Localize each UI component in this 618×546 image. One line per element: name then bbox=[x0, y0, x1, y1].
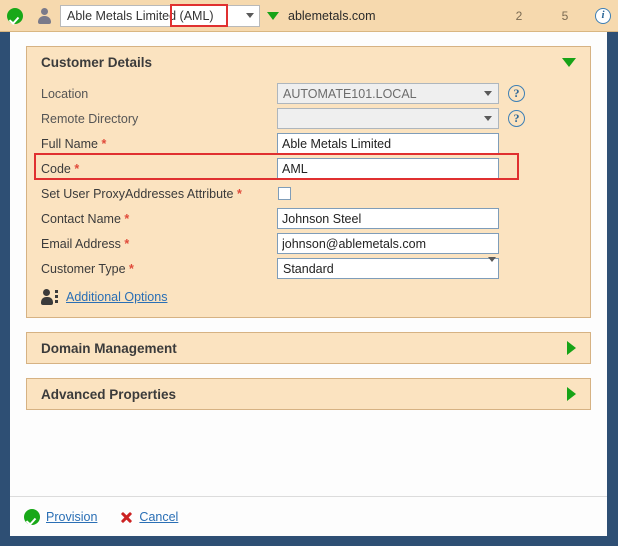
panel-customer-details-header[interactable]: Customer Details bbox=[27, 47, 590, 77]
chevron-down-icon bbox=[480, 84, 496, 103]
customer-domain-text: ablemetals.com bbox=[286, 9, 496, 23]
label-remote-directory: Remote Directory bbox=[41, 112, 277, 126]
panel-customer-details-title: Customer Details bbox=[41, 55, 562, 70]
status-icon-wrap bbox=[0, 8, 30, 24]
customer-type-select[interactable]: Standard bbox=[277, 258, 499, 279]
info-icon: i bbox=[595, 8, 611, 24]
triangle-down-icon[interactable] bbox=[562, 58, 576, 67]
customer-name-field[interactable]: Able Metals Limited (AML) bbox=[60, 5, 241, 27]
label-location: Location bbox=[41, 87, 277, 101]
label-code: Code * bbox=[41, 162, 277, 176]
bottom-border bbox=[0, 536, 618, 546]
required-marker: * bbox=[124, 212, 129, 226]
location-select[interactable]: AUTOMATE101.LOCAL bbox=[277, 83, 499, 104]
email-address-input[interactable] bbox=[277, 233, 499, 254]
dialog-body: Customer Details Location AUTOMATE101.LO… bbox=[0, 32, 618, 546]
green-check-circle-icon bbox=[7, 8, 23, 24]
panel-advanced-properties[interactable]: Advanced Properties bbox=[26, 378, 591, 410]
expand-customer-button[interactable] bbox=[260, 12, 286, 20]
field-row-customer-type: Customer Type * Standard bbox=[27, 256, 590, 281]
location-value: AUTOMATE101.LOCAL bbox=[283, 87, 480, 101]
panel-advanced-properties-title: Advanced Properties bbox=[41, 387, 567, 402]
count-mailboxes: 5 bbox=[542, 9, 588, 23]
cancel-button[interactable]: Cancel bbox=[119, 510, 178, 524]
location-help-icon[interactable]: ? bbox=[508, 85, 525, 102]
label-email-address: Email Address * bbox=[41, 237, 277, 251]
panel-domain-management[interactable]: Domain Management bbox=[26, 332, 591, 364]
customer-type-value: Standard bbox=[283, 262, 488, 276]
panel-customer-details: Customer Details Location AUTOMATE101.LO… bbox=[26, 46, 591, 318]
required-marker: * bbox=[101, 137, 106, 151]
chevron-down-icon bbox=[488, 262, 496, 276]
contact-name-input[interactable] bbox=[277, 208, 499, 229]
field-row-location: Location AUTOMATE101.LOCAL ? bbox=[27, 81, 590, 106]
remote-directory-select[interactable] bbox=[277, 108, 499, 129]
remote-directory-help-icon[interactable]: ? bbox=[508, 110, 525, 127]
customer-name-dropdown-button[interactable] bbox=[241, 5, 260, 27]
form-content: Customer Details Location AUTOMATE101.LO… bbox=[10, 32, 607, 536]
label-full-name: Full Name * bbox=[41, 137, 277, 151]
user-icon bbox=[37, 8, 51, 24]
full-name-input[interactable] bbox=[277, 133, 499, 154]
required-marker: * bbox=[124, 237, 129, 251]
provision-button-label: Provision bbox=[46, 510, 97, 524]
triangle-right-icon[interactable] bbox=[567, 387, 576, 401]
code-input[interactable] bbox=[277, 158, 499, 179]
field-row-set-user-proxyaddresses: Set User ProxyAddresses Attribute * bbox=[27, 181, 590, 206]
field-row-code: Code * bbox=[27, 156, 590, 181]
label-customer-type: Customer Type * bbox=[41, 262, 277, 276]
set-user-proxyaddresses-checkbox[interactable] bbox=[278, 187, 291, 200]
panel-customer-details-body: Location AUTOMATE101.LOCAL ? bbox=[27, 77, 590, 317]
field-row-remote-directory: Remote Directory ? bbox=[27, 106, 590, 131]
count-users: 2 bbox=[496, 9, 542, 23]
field-row-email-address: Email Address * bbox=[27, 231, 590, 256]
user-icon-wrap bbox=[30, 8, 58, 24]
panel-domain-management-header[interactable]: Domain Management bbox=[27, 333, 590, 363]
required-marker: * bbox=[237, 187, 242, 201]
panel-domain-management-title: Domain Management bbox=[41, 341, 567, 356]
required-marker: * bbox=[74, 162, 79, 176]
user-options-icon bbox=[41, 288, 61, 306]
additional-options-row[interactable]: Additional Options bbox=[27, 281, 590, 307]
label-set-user-proxyaddresses: Set User ProxyAddresses Attribute * bbox=[41, 187, 277, 201]
provision-button[interactable]: Provision bbox=[24, 509, 97, 525]
left-border bbox=[0, 32, 10, 546]
triangle-right-icon[interactable] bbox=[567, 341, 576, 355]
chevron-down-icon bbox=[246, 13, 254, 18]
cancel-button-label: Cancel bbox=[139, 510, 178, 524]
field-row-full-name: Full Name * bbox=[27, 131, 590, 156]
dialog-footer: Provision Cancel bbox=[10, 496, 607, 536]
chevron-down-icon bbox=[480, 109, 496, 128]
panel-advanced-properties-header[interactable]: Advanced Properties bbox=[27, 379, 590, 409]
label-contact-name: Contact Name * bbox=[41, 212, 277, 226]
field-row-contact-name: Contact Name * bbox=[27, 206, 590, 231]
provisioning-window: Able Metals Limited (AML) ablemetals.com… bbox=[0, 0, 618, 546]
info-button[interactable]: i bbox=[588, 8, 618, 24]
required-marker: * bbox=[129, 262, 134, 276]
red-x-icon bbox=[119, 510, 133, 524]
additional-options-link[interactable]: Additional Options bbox=[66, 290, 167, 304]
green-check-circle-icon bbox=[24, 509, 40, 525]
customer-name-text: Able Metals Limited (AML) bbox=[67, 9, 214, 23]
customer-header-bar: Able Metals Limited (AML) ablemetals.com… bbox=[0, 0, 618, 32]
right-border bbox=[607, 32, 618, 546]
triangle-down-icon bbox=[267, 12, 279, 20]
